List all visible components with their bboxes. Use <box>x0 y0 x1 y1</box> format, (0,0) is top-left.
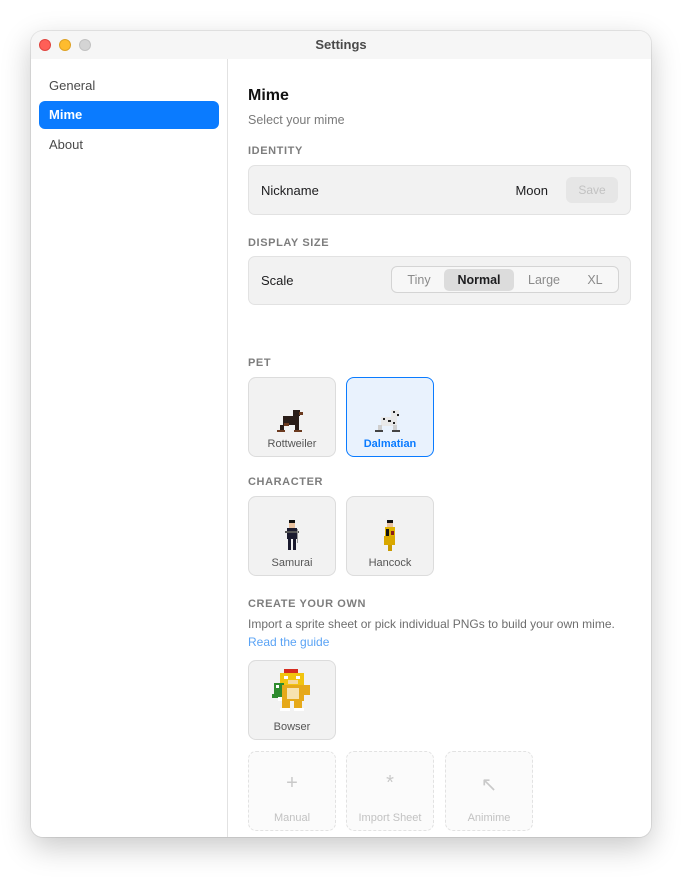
read-guide-link[interactable]: Read the guide <box>248 635 329 649</box>
dalmatian-sprite-icon <box>375 410 400 432</box>
create-description: Import a sprite sheet or pick individual… <box>248 615 618 651</box>
animime-button[interactable]: ↖ Animime <box>445 751 533 831</box>
arrow-up-left-icon: ↖ <box>480 774 498 796</box>
plus-icon: + <box>286 772 298 794</box>
scale-segmented-control: Tiny Normal Large XL <box>391 266 619 293</box>
manual-create-button[interactable]: + Manual <box>248 751 336 831</box>
main-content: Mime Select your mime IDENTITY Nickname … <box>228 59 651 837</box>
nickname-field[interactable]: Moon <box>515 183 548 198</box>
settings-window: Settings General Mime About Mime Select … <box>31 31 651 837</box>
pet-label-dalmatian: Dalmatian <box>363 438 417 450</box>
close-window-button[interactable] <box>39 39 51 51</box>
page-subtitle: Select your mime <box>248 113 345 127</box>
import-sheet-button[interactable]: * Import Sheet <box>346 751 434 831</box>
character-tile-hancock[interactable]: Hancock <box>346 496 434 576</box>
save-button[interactable]: Save <box>566 177 618 203</box>
identity-card: Nickname Moon Save <box>248 165 631 215</box>
pet-tile-rottweiler[interactable]: Rottweiler <box>248 377 336 457</box>
character-label-samurai: Samurai <box>271 557 313 569</box>
rottweiler-sprite-icon <box>277 410 303 432</box>
pet-tile-dalmatian[interactable]: Dalmatian <box>346 377 434 457</box>
hancock-sprite-icon <box>384 520 395 551</box>
asterisk-icon: * <box>386 772 394 794</box>
minimize-window-button[interactable] <box>59 39 71 51</box>
title-bar: Settings <box>31 31 651 59</box>
custom-label-bowser: Bowser <box>273 721 311 733</box>
samurai-sprite-icon <box>285 520 299 550</box>
manual-label: Manual <box>273 812 311 824</box>
create-description-text: Import a sprite sheet or pick individual… <box>248 617 615 631</box>
custom-tile-bowser[interactable]: Bowser <box>248 660 336 740</box>
display-size-card: Scale Tiny Normal Large XL <box>248 256 631 305</box>
scale-option-tiny[interactable]: Tiny <box>394 269 444 291</box>
page-title: Mime <box>248 87 289 104</box>
scale-label: Scale <box>261 273 294 288</box>
animime-label: Animime <box>467 812 511 824</box>
display-size-section-label: DISPLAY SIZE <box>248 237 330 249</box>
character-tile-samurai[interactable]: Samurai <box>248 496 336 576</box>
zoom-window-button[interactable] <box>79 39 91 51</box>
bowser-sprite-icon <box>272 669 310 711</box>
scale-option-large[interactable]: Large <box>514 269 574 291</box>
pet-section-label: PET <box>248 357 272 369</box>
character-section-label: CHARACTER <box>248 476 324 488</box>
sidebar: General Mime About <box>31 59 228 837</box>
create-section-label: CREATE YOUR OWN <box>248 598 366 610</box>
identity-section-label: IDENTITY <box>248 145 303 157</box>
nickname-label: Nickname <box>261 183 319 198</box>
import-sheet-label: Import Sheet <box>358 812 422 824</box>
sidebar-item-general[interactable]: General <box>39 72 219 100</box>
character-label-hancock: Hancock <box>368 557 412 569</box>
scale-option-xl[interactable]: XL <box>574 269 616 291</box>
window-title: Settings <box>315 37 367 52</box>
sidebar-item-about[interactable]: About <box>39 131 219 159</box>
scale-option-normal[interactable]: Normal <box>444 269 514 291</box>
pet-label-rottweiler: Rottweiler <box>267 438 317 450</box>
sidebar-item-mime[interactable]: Mime <box>39 101 219 129</box>
